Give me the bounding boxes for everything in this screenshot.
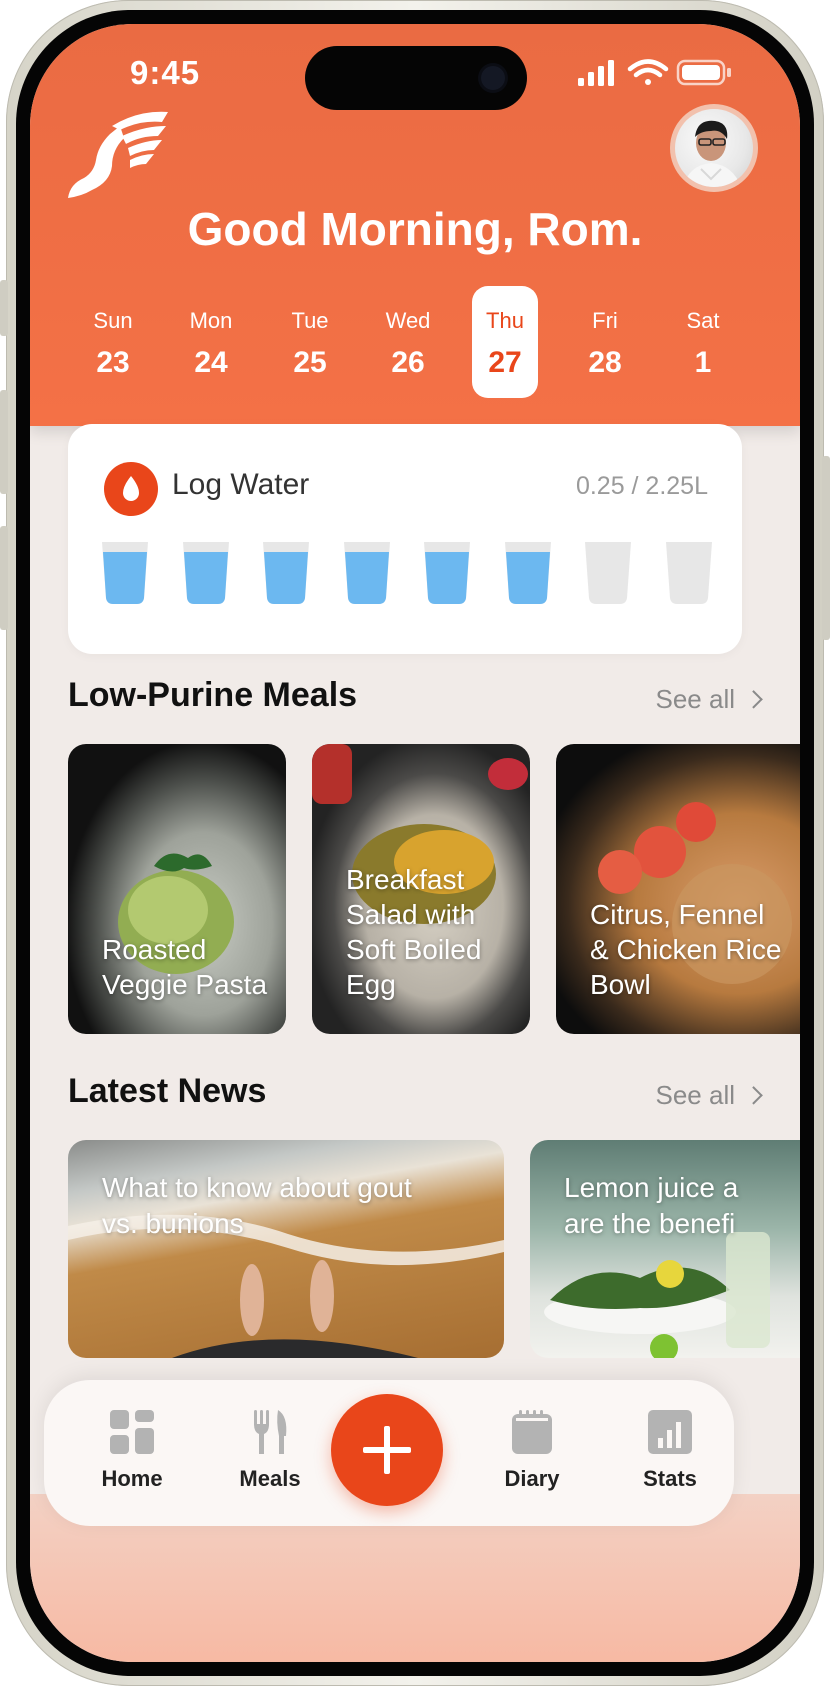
- day-tue[interactable]: Tue 25: [275, 286, 345, 398]
- winged-foot-logo: [68, 111, 168, 198]
- tab-label: Stats: [643, 1466, 697, 1491]
- news-card-gout-vs-bunions[interactable]: What to know about gout vs. bunions: [68, 1140, 504, 1358]
- water-cup-empty[interactable]: [664, 540, 714, 606]
- battery-icon: [676, 59, 731, 86]
- water-title: Log Water: [172, 468, 310, 501]
- meal-label: Citrus, Fennel & Chicken Rice Bowl: [590, 899, 782, 1000]
- day-name: Mon: [189, 308, 233, 333]
- see-all-label: See all: [655, 684, 736, 714]
- avatar-photo: [675, 109, 753, 187]
- news-see-all-link[interactable]: See all: [655, 1080, 763, 1111]
- water-drop-icon: [104, 462, 158, 516]
- action-button: [0, 280, 8, 336]
- meal-label: Breakfast Salad with Soft Boiled Egg: [346, 864, 482, 1000]
- day-name: Sun: [93, 308, 133, 333]
- bar-chart-icon: [648, 1410, 692, 1454]
- water-cup-filled[interactable]: [100, 540, 150, 606]
- news-card-lemon-juice[interactable]: Lemon juice a are the benefi: [530, 1140, 800, 1358]
- chevron-right-icon: [744, 1086, 763, 1105]
- person-icon: [683, 120, 741, 187]
- day-name: Fri: [592, 308, 618, 333]
- fork-knife-icon: [254, 1410, 287, 1454]
- day-name: Sat: [686, 308, 720, 333]
- water-cup-filled[interactable]: [422, 540, 472, 606]
- water-cups: [100, 540, 714, 610]
- tab-label: Home: [101, 1466, 163, 1491]
- status-time: 9:45: [130, 54, 201, 91]
- signal-icon: [578, 60, 614, 86]
- meal-label: Roasted Veggie Pasta: [102, 934, 268, 1000]
- meals-see-all-link[interactable]: See all: [655, 684, 763, 715]
- tab-home[interactable]: Home: [72, 1408, 192, 1492]
- meal-card-breakfast-salad[interactable]: Breakfast Salad with Soft Boiled Egg: [312, 744, 530, 1034]
- add-button[interactable]: [331, 1394, 443, 1506]
- day-number: 27: [488, 346, 522, 379]
- meal-card-roasted-veggie-pasta[interactable]: Roasted Veggie Pasta: [68, 744, 286, 1034]
- day-number: 28: [588, 346, 622, 379]
- tab-meals[interactable]: Meals: [210, 1408, 330, 1492]
- bottom-tab-bar: Home Meals Diary Stats: [44, 1380, 734, 1526]
- meals-section-title: Low-Purine Meals: [68, 676, 358, 714]
- avatar[interactable]: [670, 104, 758, 192]
- news-label: Lemon juice a are the benefi: [564, 1172, 739, 1239]
- day-mon[interactable]: Mon 24: [176, 286, 246, 398]
- header: 9:45 Good Morning, Rom. Sun 23 Mon 24 Tu…: [30, 24, 800, 426]
- news-label: What to know about gout vs. bunions: [102, 1172, 412, 1239]
- chevron-right-icon: [744, 690, 763, 709]
- day-name: Wed: [385, 308, 431, 333]
- day-number: 23: [96, 346, 130, 379]
- day-number: 25: [293, 346, 327, 379]
- day-number: 26: [391, 346, 425, 379]
- status-icons: [578, 59, 731, 86]
- news-section-title: Latest News: [68, 1072, 267, 1110]
- volume-down-button: [0, 526, 8, 630]
- day-name: Tue: [291, 308, 329, 333]
- camera-icon: [481, 66, 505, 90]
- power-button: [822, 456, 830, 640]
- water-cup-empty[interactable]: [583, 540, 633, 606]
- water-amount: 0.25 / 2.25L: [575, 472, 708, 500]
- water-log-card[interactable]: Log Water 0.25 / 2.25L: [68, 424, 742, 654]
- app-screen: 9:45 Good Morning, Rom. Sun 23 Mon 24 Tu…: [30, 24, 800, 1662]
- day-sat[interactable]: Sat 1: [668, 286, 738, 398]
- week-selector: Sun 23 Mon 24 Tue 25 Wed 26 Thu 27 Fri 2…: [78, 286, 778, 398]
- water-cup-filled[interactable]: [261, 540, 311, 606]
- water-cup-filled[interactable]: [503, 540, 553, 606]
- day-thu-selected[interactable]: Thu 27: [472, 286, 538, 398]
- tab-diary[interactable]: Diary: [472, 1408, 592, 1492]
- day-name: Thu: [486, 308, 524, 333]
- day-fri[interactable]: Fri 28: [570, 286, 640, 398]
- day-number: 24: [194, 346, 228, 379]
- grid-icon: [110, 1410, 154, 1454]
- tab-label: Diary: [504, 1466, 560, 1491]
- meal-card-citrus-fennel-chicken[interactable]: Citrus, Fennel & Chicken Rice Bowl: [556, 744, 800, 1034]
- dynamic-island: [305, 46, 527, 110]
- tab-stats[interactable]: Stats: [610, 1408, 730, 1492]
- see-all-label: See all: [655, 1080, 736, 1110]
- volume-up-button: [0, 390, 8, 494]
- tab-label: Meals: [239, 1466, 301, 1491]
- wifi-icon: [627, 59, 669, 85]
- diary-notebook-icon: [512, 1410, 552, 1454]
- water-cup-filled[interactable]: [181, 540, 231, 606]
- greeting-title: Good Morning, Rom.: [187, 203, 643, 255]
- day-wed[interactable]: Wed 26: [373, 286, 443, 398]
- day-sun[interactable]: Sun 23: [78, 286, 148, 398]
- day-number: 1: [694, 346, 712, 379]
- water-cup-filled[interactable]: [342, 540, 392, 606]
